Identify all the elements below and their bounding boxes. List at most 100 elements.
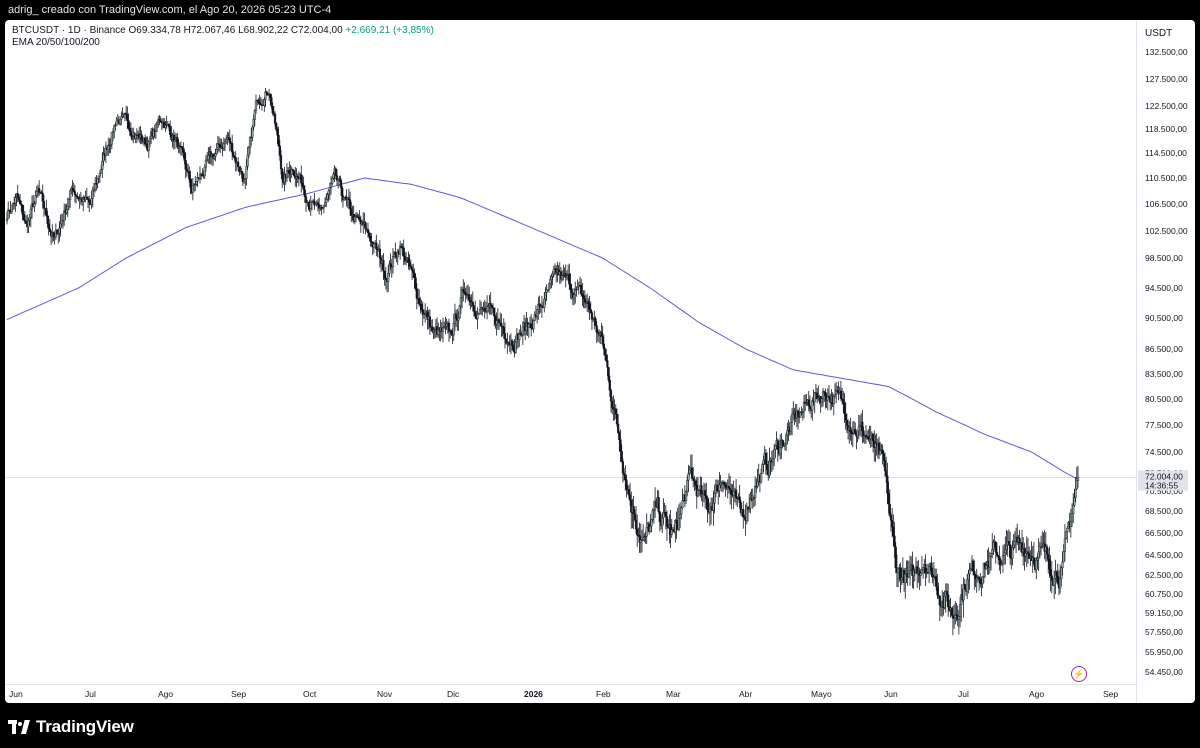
candle-body [463,291,466,294]
candle-body [796,410,800,417]
candle-body [1061,561,1064,569]
candle-body [924,563,927,573]
candle-body [856,430,859,437]
candle-body [457,317,460,321]
candle-body [10,205,13,213]
candle-body [188,171,191,180]
candle-body [257,99,260,103]
candle-body [568,273,571,285]
candle-body [245,165,248,179]
candle-body [181,146,184,149]
candle-body [100,169,103,174]
candle-body [945,590,949,595]
candle-body [907,573,910,577]
candle-body [459,297,462,307]
candle-body [1069,521,1072,527]
candle-body [724,484,727,487]
candle-body [98,173,102,177]
candle-body [307,201,310,207]
lightning-icon[interactable]: ⚡ [1071,666,1087,682]
candle-body [222,143,225,149]
candle-body [52,232,55,237]
candle-body [966,579,969,592]
price-tick-label: 83.500,00 [1145,369,1183,379]
candle-body [27,220,30,227]
candle-body [58,227,61,234]
high-value: H72.067,46 [183,25,236,36]
candle-body [452,322,455,336]
currency-label[interactable]: USDT [1145,28,1172,39]
tradingview-logo-icon [8,720,30,734]
candle-body [621,461,625,474]
candle-body [45,208,48,216]
price-tick-label: 110.500,00 [1145,173,1187,183]
candle-body [462,289,465,292]
candle-body [238,166,241,172]
candle-body [843,403,846,415]
candle-body [981,576,984,584]
candle-body [623,472,626,476]
candle-body [147,141,150,151]
candle-body [1064,531,1068,540]
price-tick-label: 102.500,00 [1145,226,1188,236]
candle-body [232,151,235,157]
candle-body [661,517,664,526]
candle-body [998,555,1001,561]
candle-body [334,168,337,176]
candle-body [1066,528,1069,533]
candle-body [634,519,638,530]
candle-body [276,129,279,136]
symbol-label[interactable]: BTCUSDT · 1D · Binance [12,25,126,36]
candle-body [1074,488,1077,498]
candle-body [995,552,999,556]
candle-body [690,467,694,479]
price-tick-label: 66.500,00 [1145,528,1183,538]
candle-body [273,114,277,124]
candle-body [680,507,683,515]
candle-body [19,200,22,204]
candle-body [110,132,113,145]
candle-body [413,272,416,278]
candle-body [407,257,410,263]
candle-body [882,453,885,461]
candle-body [765,464,769,470]
candle-body [332,173,335,179]
candle-body [608,380,611,391]
candle-body [786,430,789,436]
price-tick-label: 57.550,00 [1145,627,1183,637]
candle-body [46,215,49,224]
candle-body [813,392,816,403]
candle-body [1011,547,1014,559]
candle-body [552,268,555,275]
candle-body [204,160,208,168]
candle-body [48,228,51,232]
tradingview-logo[interactable]: TradingView [8,717,134,737]
candle-body [144,137,147,145]
time-tick-label: Mar [666,689,681,699]
candle-body [1035,560,1038,570]
candle-body [756,481,759,487]
candle-body [694,480,697,486]
candle-body [764,452,767,465]
candle-body [779,447,782,454]
price-tick-label: 74.500,00 [1145,447,1183,457]
candle-body [760,473,763,483]
candle-body [957,616,960,620]
candle-body [861,421,864,432]
candle-body [410,267,414,271]
candle-body [22,214,25,221]
indicator-label[interactable]: EMA 20/50/100/200 [12,37,434,49]
candle-body [269,93,272,98]
candle-body [1048,559,1051,570]
candle-body [1059,578,1062,589]
candle-body [483,307,486,312]
candle-body [904,573,907,583]
candle-body [602,343,605,350]
candle-body [972,560,975,572]
price-chart[interactable]: 132.500,00 127.500,00 122.500,00 118.500,00… [5,20,1195,703]
candle-body [66,206,69,210]
candle-body [727,486,731,489]
candle-body [340,186,343,196]
candle-body [366,229,370,233]
chart-panel[interactable]: 132.500,00 127.500,00 122.500,00 118.500,00… [5,20,1195,703]
